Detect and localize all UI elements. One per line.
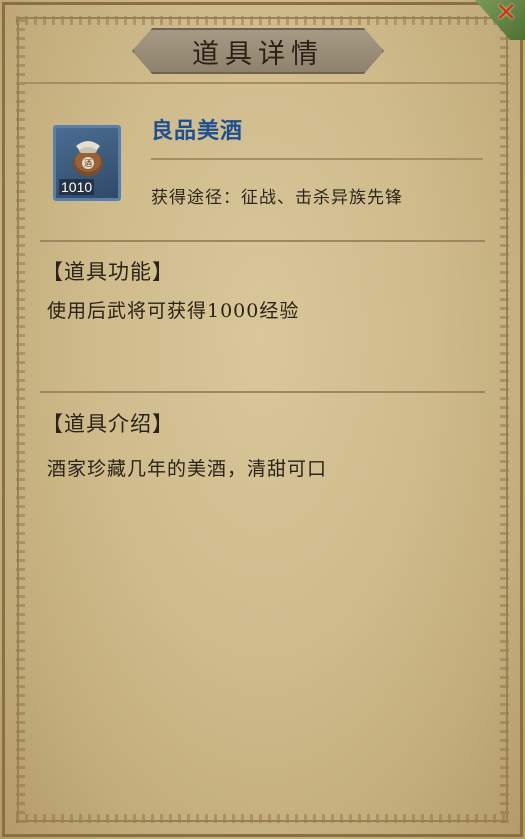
wine-jar-icon: 酒 — [73, 141, 103, 176]
function-body: 使用后武将可获得1000经验 — [47, 300, 300, 322]
section-divider — [40, 391, 485, 393]
close-icon[interactable]: ✕ — [495, 0, 517, 26]
intro-heading: 【道具介绍】 — [42, 412, 174, 436]
item-name-divider — [151, 158, 483, 160]
section-divider — [40, 240, 485, 242]
svg-text:酒: 酒 — [84, 159, 92, 168]
item-icon-frame[interactable]: 酒 1010 — [53, 125, 121, 201]
title-banner: 道具详情 — [132, 28, 384, 74]
item-source: 获得途径：征战、击杀异族先锋 — [151, 188, 403, 208]
function-heading: 【道具功能】 — [42, 260, 174, 284]
close-button[interactable]: ✕ — [475, 0, 525, 40]
item-detail-panel: 道具详情 ✕ 酒 1010 良品美酒 获得途径：征战、击杀异族先锋 【道具功能】… — [0, 0, 525, 839]
page-title: 道具详情 — [192, 38, 324, 70]
item-count: 1010 — [59, 179, 95, 195]
item-name: 良品美酒 — [151, 118, 244, 144]
title-divider — [18, 82, 507, 84]
intro-body: 酒家珍藏几年的美酒，清甜可口 — [47, 458, 328, 480]
